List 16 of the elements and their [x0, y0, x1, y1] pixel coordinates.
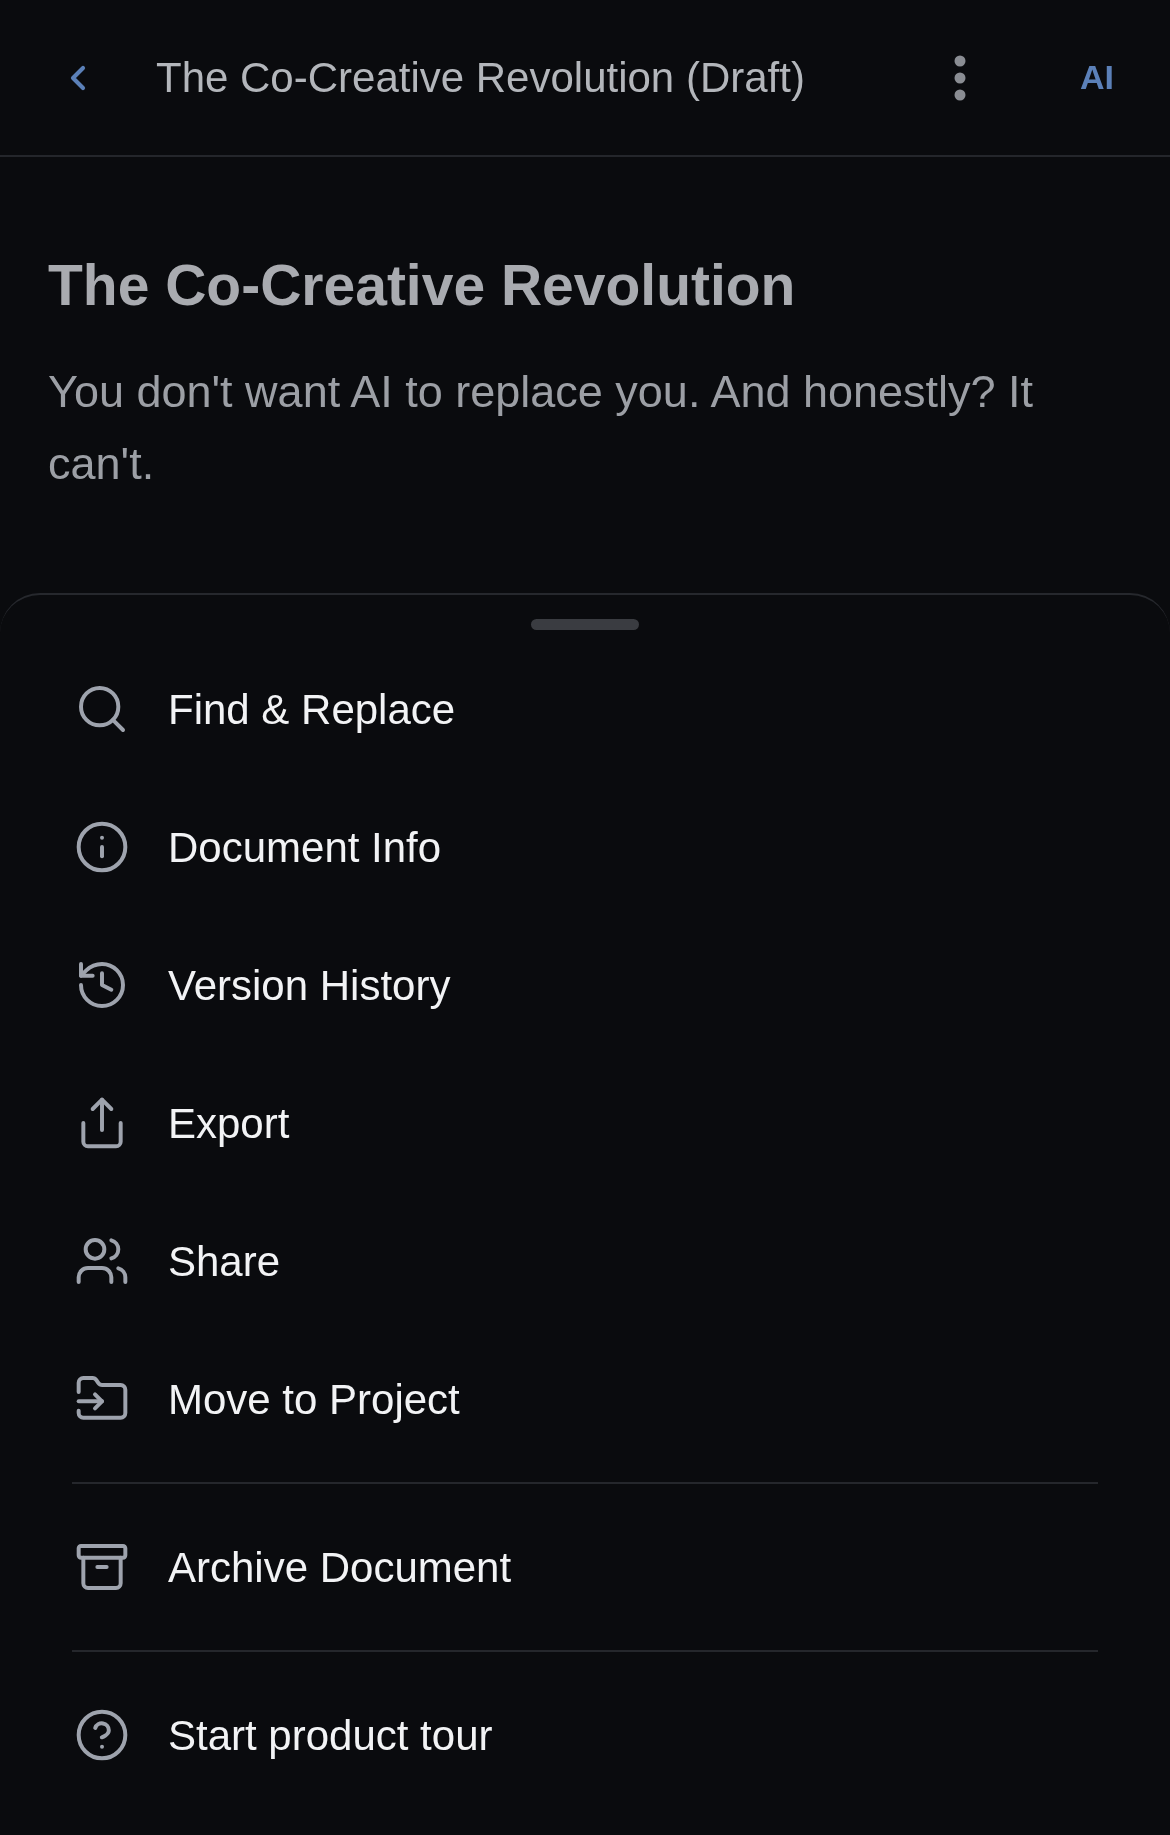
- menu-item[interactable]: Version History: [72, 916, 1098, 1054]
- info-icon: [74, 819, 130, 875]
- menu-item[interactable]: Export: [72, 1054, 1098, 1192]
- menu-item[interactable]: Find & Replace: [72, 640, 1098, 778]
- menu-item[interactable]: Move to Project: [72, 1330, 1098, 1468]
- drag-handle[interactable]: [531, 619, 639, 630]
- menu-item[interactable]: Start product tour: [72, 1666, 1098, 1804]
- menu-item[interactable]: Share: [72, 1192, 1098, 1330]
- document-title: The Co-Creative Revolution (Draft): [156, 53, 805, 103]
- menu-item[interactable]: Archive Document: [72, 1498, 1098, 1636]
- menu-item[interactable]: Document Info: [72, 778, 1098, 916]
- help-icon: [74, 1707, 130, 1763]
- document-heading: The Co-Creative Revolution: [48, 252, 797, 319]
- paragraph: You don't want AI to replace you. And honestly? It can't.: [48, 365, 1035, 491]
- more-icon: [954, 54, 966, 101]
- ai-button[interactable]: AI: [1080, 52, 1114, 103]
